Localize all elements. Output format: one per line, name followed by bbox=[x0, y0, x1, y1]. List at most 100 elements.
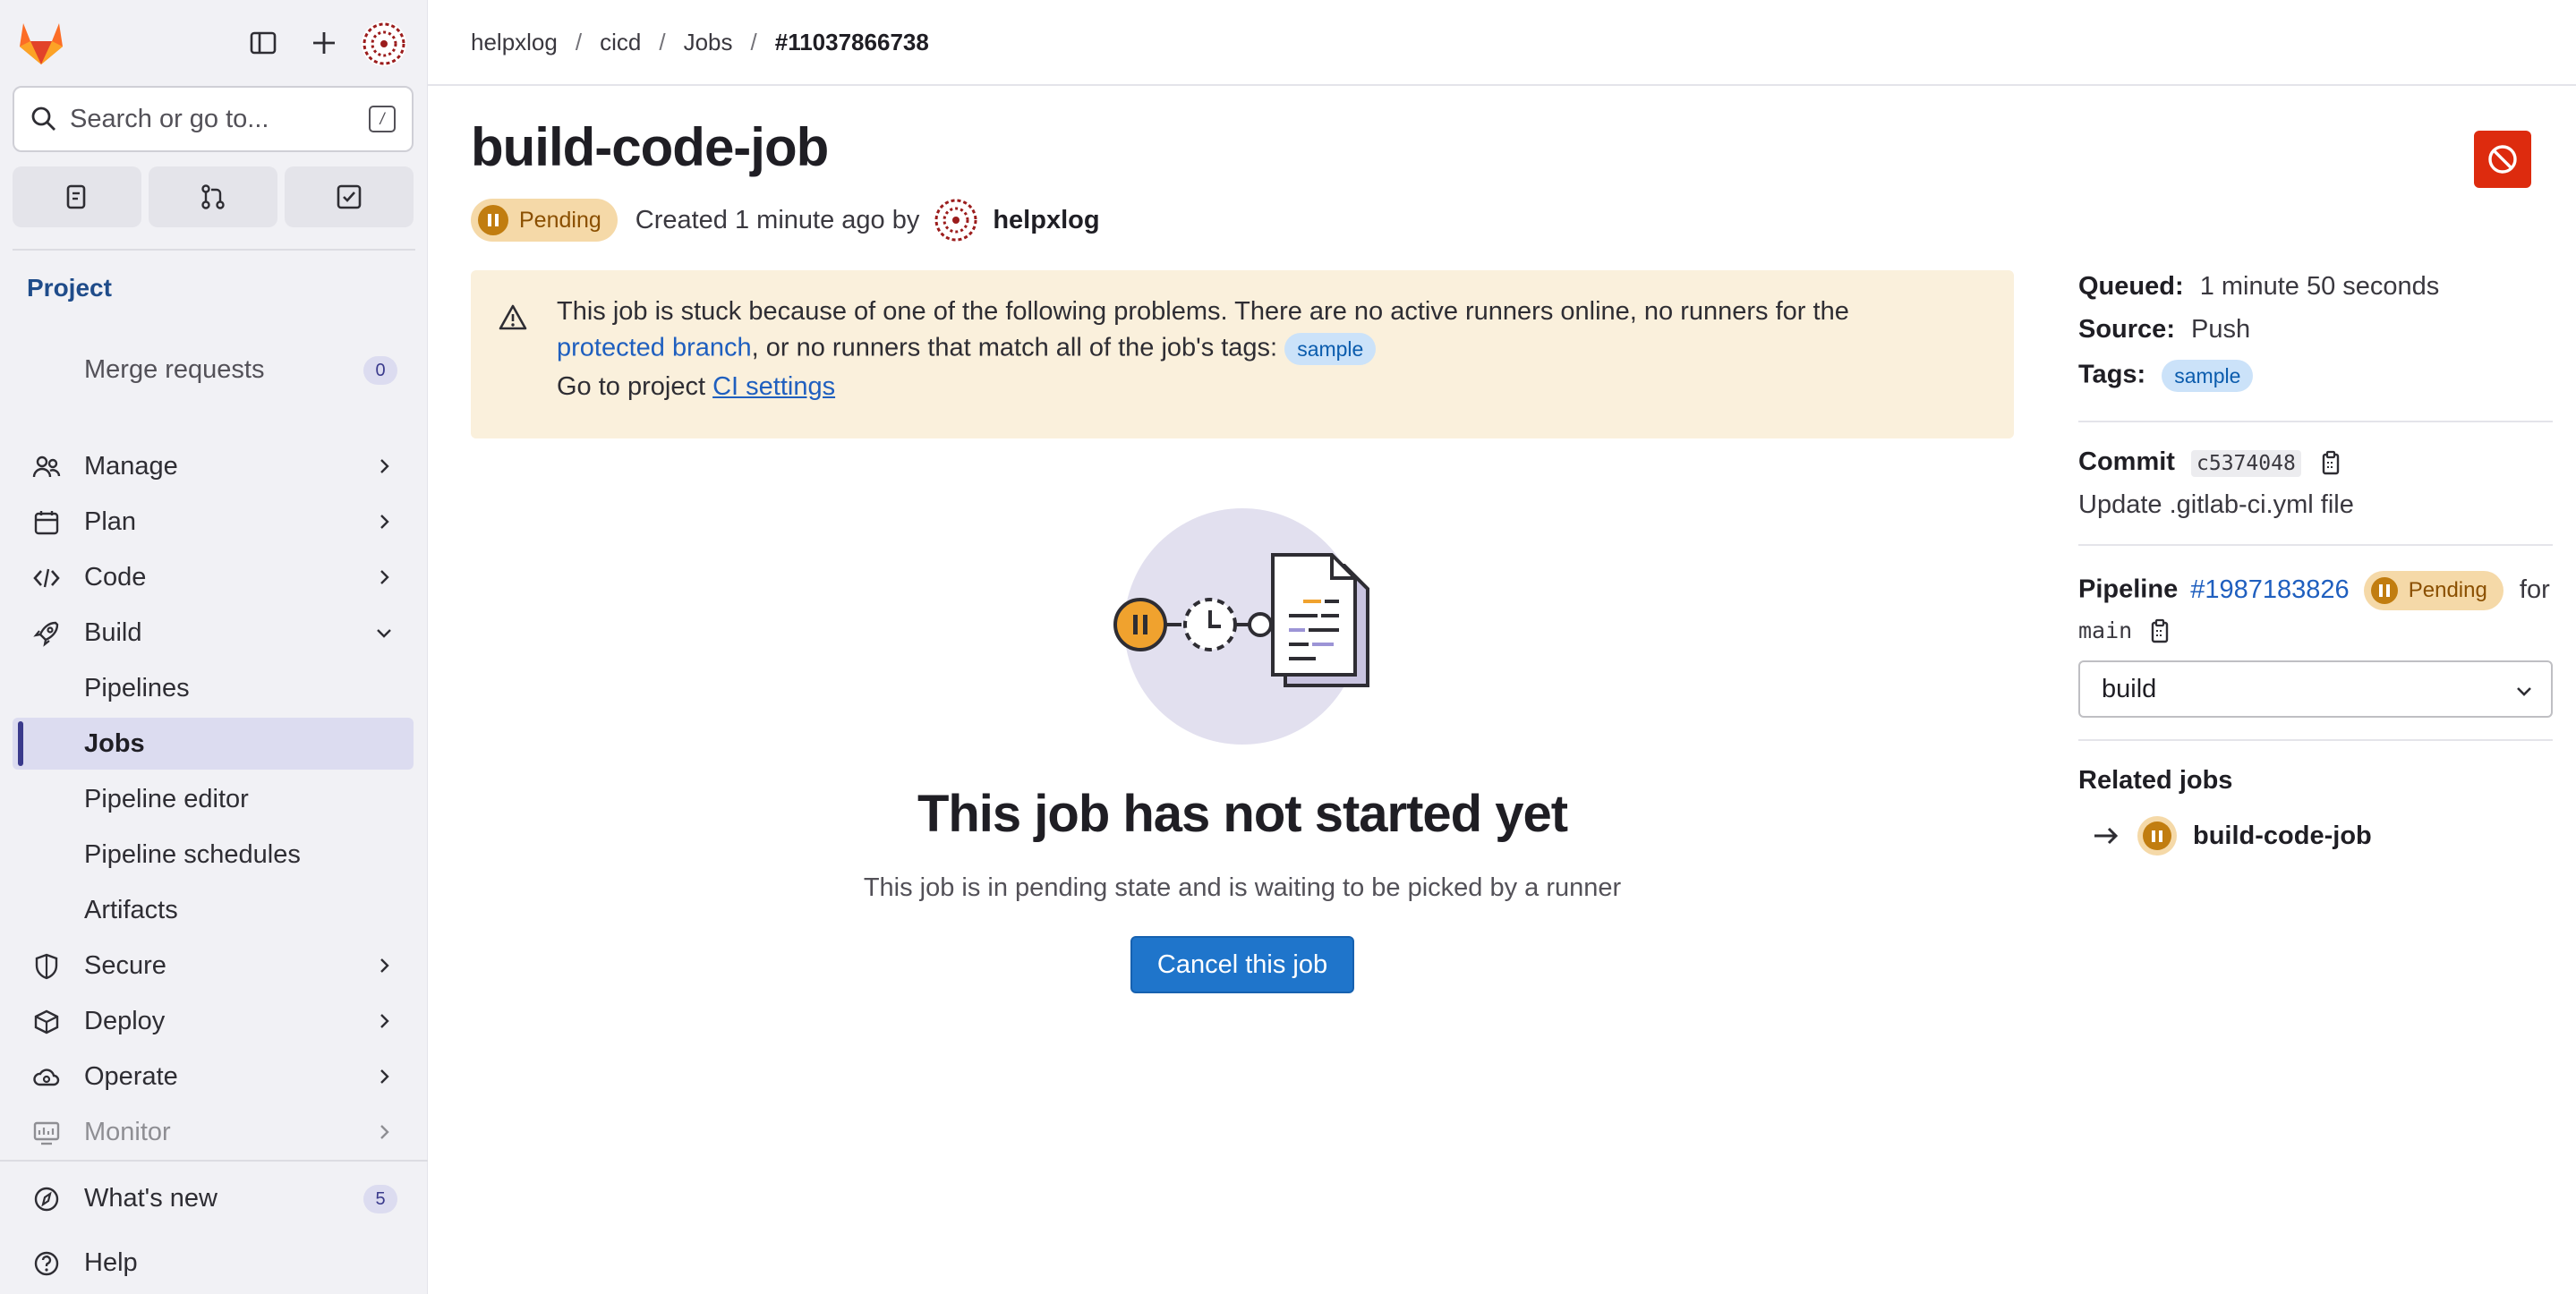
user-avatar[interactable] bbox=[362, 21, 406, 66]
merge-requests-quick-button[interactable] bbox=[149, 166, 277, 227]
pause-icon bbox=[2370, 577, 2398, 604]
alert-line-2-text: , or no runners that match all of the jo… bbox=[751, 333, 1278, 362]
sidebar-item-artifacts[interactable]: Artifacts bbox=[13, 884, 414, 936]
sidebar-item-whats-new[interactable]: What's new 5 bbox=[13, 1172, 414, 1224]
pipeline-status-badge[interactable]: Pending bbox=[2363, 571, 2503, 610]
alert-line-3-text: Go to project bbox=[557, 372, 706, 401]
sidebar-item-plan[interactable]: Plan bbox=[13, 496, 414, 548]
toggle-sidebar-icon[interactable] bbox=[245, 25, 281, 61]
stage-dropdown[interactable]: build bbox=[2078, 660, 2553, 718]
sidebar-item-pipeline-editor[interactable]: Pipeline editor bbox=[13, 773, 414, 825]
chevron-right-icon bbox=[380, 515, 389, 529]
pipeline-for-text: for bbox=[2519, 575, 2550, 604]
gitlab-logo[interactable] bbox=[16, 20, 66, 66]
issues-quick-button[interactable] bbox=[13, 166, 141, 227]
sidebar-item-pipeline-schedules[interactable]: Pipeline schedules bbox=[13, 829, 414, 881]
author-avatar[interactable] bbox=[934, 198, 979, 243]
sidebar-item-label: Jobs bbox=[84, 728, 145, 758]
breadcrumb-item[interactable]: helpxlog bbox=[471, 29, 558, 56]
sidebar-item-help[interactable]: Help bbox=[13, 1237, 414, 1289]
cancel-job-icon-button[interactable] bbox=[2474, 131, 2531, 188]
commit-sha-link[interactable]: c5374048 bbox=[2191, 450, 2301, 477]
sidebar-item-label: Build bbox=[84, 617, 142, 647]
related-job-item[interactable]: build-code-job bbox=[2078, 813, 2372, 859]
copy-icon[interactable] bbox=[2146, 617, 2173, 644]
queued-label: Queued: bbox=[2078, 272, 2184, 301]
plus-icon[interactable] bbox=[306, 25, 342, 61]
breadcrumb-current[interactable]: #11037866738 bbox=[775, 29, 929, 56]
sidebar-item-secure[interactable]: Secure bbox=[13, 940, 414, 992]
sidebar-item-merge-requests[interactable]: Merge requests 0 bbox=[13, 344, 414, 396]
sidebar-item-label: Secure bbox=[84, 950, 166, 980]
sidebar-item-deploy[interactable]: Deploy bbox=[13, 995, 414, 1047]
chevron-right-icon bbox=[380, 570, 389, 584]
sidebar-item-label: Operate bbox=[84, 1061, 178, 1091]
stuck-job-alert: This job is stuck because of one of the … bbox=[471, 270, 2014, 438]
breadcrumb-item[interactable]: Jobs bbox=[684, 29, 733, 56]
commit-message[interactable]: Update .gitlab-ci.yml file bbox=[2078, 490, 2354, 520]
chevron-right-icon bbox=[380, 1014, 389, 1028]
pipeline-label: Pipeline bbox=[2078, 575, 2179, 604]
sidebar-item-monitor[interactable]: Monitor bbox=[13, 1106, 414, 1158]
sidebar-item-build[interactable]: Build bbox=[13, 607, 414, 659]
whats-new-count-badge: 5 bbox=[363, 1185, 397, 1213]
tags-label: Tags: bbox=[2078, 360, 2146, 389]
sidebar-item-jobs[interactable]: Jobs bbox=[13, 718, 414, 770]
page-title: build-code-job bbox=[471, 117, 829, 177]
todo-quick-button[interactable] bbox=[285, 166, 414, 227]
commit-row: Commit c5374048 bbox=[2078, 447, 2344, 477]
branch-link[interactable]: main bbox=[2078, 617, 2132, 643]
tag-badge: sample bbox=[2162, 360, 2254, 392]
search-icon bbox=[31, 106, 55, 131]
sidebar-section-title[interactable]: Project bbox=[27, 274, 112, 302]
breadcrumb-item[interactable]: cicd bbox=[600, 29, 641, 56]
panel-divider bbox=[2078, 544, 2553, 546]
sidebar-item-label: Manage bbox=[84, 451, 178, 481]
chevron-down-icon bbox=[377, 629, 391, 638]
sidebar-item-label: Deploy bbox=[84, 1006, 166, 1035]
sidebar-item-label: Plan bbox=[84, 507, 137, 536]
author-link[interactable]: helpxlog bbox=[993, 206, 1099, 235]
status-badge-label: Pending bbox=[519, 207, 601, 233]
copy-icon[interactable] bbox=[2317, 449, 2344, 476]
cancel-job-button[interactable]: Cancel this job bbox=[1130, 936, 1354, 993]
pipeline-status-label: Pending bbox=[2408, 578, 2487, 602]
empty-state-title: This job has not started yet bbox=[917, 785, 1568, 843]
code-icon bbox=[33, 568, 60, 588]
alert-line-1: This job is stuck because of one of the … bbox=[557, 297, 1849, 326]
warning-icon bbox=[499, 304, 527, 330]
related-jobs-label: Related jobs bbox=[2078, 766, 2233, 795]
sidebar-item-pipelines[interactable]: Pipelines bbox=[13, 662, 414, 714]
users-icon bbox=[32, 455, 61, 478]
panel-divider bbox=[2078, 739, 2553, 741]
sidebar-item-manage[interactable]: Manage bbox=[13, 440, 414, 492]
help-icon bbox=[34, 1251, 59, 1276]
related-jobs-title: Related jobs bbox=[2078, 766, 2232, 796]
chevron-right-icon bbox=[380, 1125, 389, 1139]
top-bar: helpxlog / cicd / Jobs / #11037866738 bbox=[428, 0, 2576, 86]
sidebar-item-label: Artifacts bbox=[84, 895, 178, 924]
pause-icon bbox=[478, 205, 508, 235]
breadcrumb-separator: / bbox=[750, 29, 757, 55]
pipeline-link[interactable]: #1987183826 bbox=[2190, 575, 2349, 604]
search-input[interactable]: Search or go to... / bbox=[13, 86, 414, 152]
empty-state-description: This job is in pending state and is wait… bbox=[863, 873, 1622, 902]
sidebar-item-label: Pipeline editor bbox=[84, 784, 249, 813]
branch-row: main bbox=[2078, 616, 2173, 645]
breadcrumb-separator: / bbox=[659, 29, 666, 55]
merge-request-icon bbox=[201, 184, 225, 209]
sidebar-item-code[interactable]: Code bbox=[13, 551, 414, 603]
status-badge: Pending bbox=[471, 199, 618, 242]
arrow-right-icon bbox=[2094, 827, 2119, 845]
monitor-icon bbox=[33, 1121, 60, 1145]
ci-settings-link[interactable]: CI settings bbox=[712, 372, 835, 401]
calendar-icon bbox=[34, 511, 59, 535]
tag-badge: sample bbox=[1284, 333, 1377, 365]
shield-icon bbox=[35, 953, 58, 980]
sidebar-divider bbox=[13, 249, 415, 251]
chevron-down-icon bbox=[2517, 687, 2531, 696]
chevron-right-icon bbox=[380, 958, 389, 973]
sidebar-item-operate[interactable]: Operate bbox=[13, 1051, 414, 1102]
protected-branch-link[interactable]: protected branch bbox=[557, 334, 752, 362]
queued-row: Queued: 1 minute 50 seconds bbox=[2078, 272, 2439, 302]
